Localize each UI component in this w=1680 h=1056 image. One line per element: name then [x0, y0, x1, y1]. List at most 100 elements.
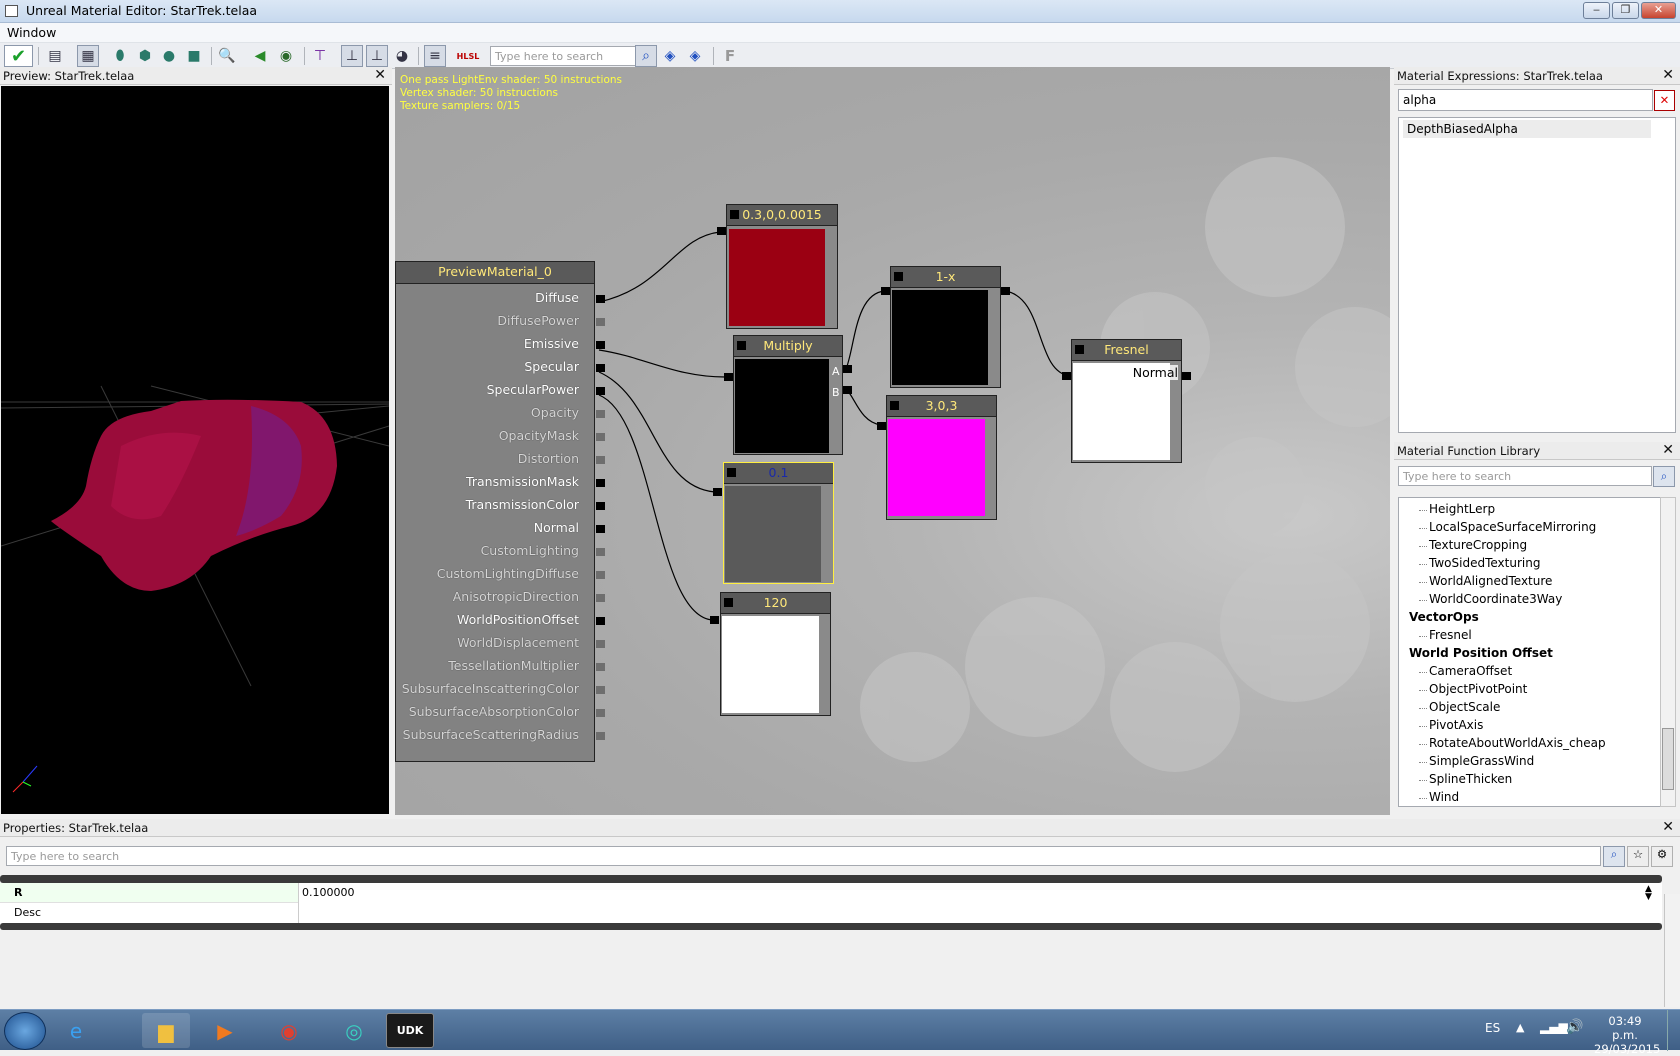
input-pin-a[interactable]: [843, 365, 852, 373]
properties-search-input[interactable]: Type here to search: [6, 846, 1601, 866]
constant-node-120[interactable]: 120: [720, 592, 831, 716]
preview-toggle-icon[interactable]: [890, 401, 899, 410]
grid-icon[interactable]: ▦: [77, 45, 99, 67]
show-desktop-button[interactable]: [1667, 1010, 1680, 1051]
search-prev-icon[interactable]: ◈: [659, 45, 681, 67]
tree-item[interactable]: RotateAboutWorldAxis_cheap: [1429, 736, 1606, 750]
tree-item[interactable]: Fresnel: [1429, 628, 1472, 642]
material-input-pin[interactable]: [596, 617, 605, 625]
material-graph-canvas[interactable]: One pass LightEnv shader: 50 instruction…: [395, 67, 1390, 815]
output-pin[interactable]: [724, 373, 733, 381]
realtime-preview-icon[interactable]: ◕: [391, 45, 413, 67]
material-input-pin[interactable]: [596, 548, 605, 556]
material-input-pin[interactable]: [596, 479, 605, 487]
tree-category[interactable]: World Position Offset: [1409, 646, 1553, 660]
preview-toggle-icon[interactable]: [730, 210, 739, 219]
tree-item[interactable]: HeightLerp: [1429, 502, 1495, 516]
app-icon[interactable]: ◎: [330, 1013, 378, 1048]
material-input-pin[interactable]: [596, 709, 605, 717]
close-icon[interactable]: ✕: [1662, 67, 1674, 83]
preview-viewport[interactable]: [1, 86, 389, 814]
tree-item[interactable]: SplineThicken: [1429, 772, 1512, 786]
constant-node-0-1[interactable]: 0.1: [723, 462, 834, 584]
tree-item[interactable]: Wind: [1429, 790, 1459, 804]
constant-node-diffuse[interactable]: 0.3,0,0.0015: [726, 204, 838, 329]
cylinder-preview-icon[interactable]: ⬮: [109, 45, 131, 67]
globe-icon[interactable]: ◉: [275, 45, 297, 67]
material-input-pin[interactable]: [596, 594, 605, 602]
network-icon[interactable]: ▂▄▆: [1540, 1020, 1568, 1034]
preview-toggle-icon[interactable]: [727, 468, 736, 477]
output-pin[interactable]: [710, 616, 719, 624]
preview-toggle-icon[interactable]: [724, 598, 733, 607]
explorer-icon[interactable]: ▆: [142, 1013, 190, 1048]
tree-item[interactable]: WorldAlignedTexture: [1429, 574, 1552, 588]
restore-button[interactable]: ❐: [1612, 2, 1639, 19]
media-player-icon[interactable]: ▶: [201, 1013, 249, 1048]
udk-icon[interactable]: UDK: [386, 1013, 434, 1048]
menu-window[interactable]: Window: [7, 25, 56, 40]
search-icon[interactable]: ⌕: [635, 45, 657, 67]
search-next-icon[interactable]: ◈: [684, 45, 706, 67]
spinner-icon[interactable]: ▲ ▼: [1645, 885, 1657, 902]
material-input-pin[interactable]: [596, 295, 605, 303]
start-button[interactable]: [4, 1012, 46, 1050]
material-input-pin[interactable]: [596, 525, 605, 533]
function-search-input[interactable]: Type here to search: [1398, 466, 1652, 486]
input-pin[interactable]: [1001, 287, 1010, 295]
close-window-button[interactable]: ✕: [1641, 2, 1676, 19]
output-pin[interactable]: [1062, 372, 1071, 380]
tree-item[interactable]: TwoSidedTexturing: [1429, 556, 1540, 570]
tray-arrow-icon[interactable]: ▲: [1516, 1021, 1524, 1034]
close-icon[interactable]: ✕: [1662, 819, 1674, 835]
material-input-pin[interactable]: [596, 341, 605, 349]
chrome-icon[interactable]: ◉: [265, 1013, 313, 1048]
material-input-pin[interactable]: [596, 433, 605, 441]
material-input-pin[interactable]: [596, 410, 605, 418]
material-input-pin[interactable]: [596, 502, 605, 510]
toolbar-search-input[interactable]: Type here to search: [490, 46, 637, 66]
expressions-search-input[interactable]: alpha: [1398, 89, 1653, 111]
one-minus-node[interactable]: 1-x: [890, 266, 1001, 388]
tree-item[interactable]: PivotAxis: [1429, 718, 1483, 732]
toggle-stats-icon[interactable]: ▤: [44, 45, 66, 67]
material-input-pin[interactable]: [596, 640, 605, 648]
favorite-f-icon[interactable]: F: [719, 45, 741, 67]
sphere-preview-icon[interactable]: ●: [158, 45, 180, 67]
hlsl-icon[interactable]: HLSL: [457, 45, 480, 67]
tree-item[interactable]: WorldCoordinate3Way: [1429, 592, 1562, 606]
fresnel-node[interactable]: Fresnel Normal: [1071, 339, 1182, 463]
property-value-input[interactable]: [298, 903, 1648, 923]
plane-preview-icon[interactable]: ■: [183, 45, 205, 67]
apply-checkmark-icon[interactable]: ✔: [4, 45, 33, 67]
material-input-pin[interactable]: [596, 387, 605, 395]
output-pin[interactable]: [881, 287, 890, 295]
function-tree-scrollbar[interactable]: [1660, 497, 1676, 807]
list-item[interactable]: DepthBiasedAlpha: [1403, 120, 1651, 138]
language-indicator[interactable]: ES: [1485, 1021, 1500, 1035]
preview-toggle-icon[interactable]: [1075, 345, 1084, 354]
clean-up-icon[interactable]: ≡: [424, 45, 446, 67]
cube-preview-icon[interactable]: ⬢: [134, 45, 156, 67]
property-value-input[interactable]: 0.100000: [298, 883, 1648, 903]
material-input-pin[interactable]: [596, 686, 605, 694]
ie-icon[interactable]: e: [52, 1013, 100, 1048]
input-pin-normal[interactable]: [1182, 372, 1191, 380]
preview-toggle-icon[interactable]: [737, 341, 746, 350]
tree-item[interactable]: CameraOffset: [1429, 664, 1512, 678]
tree-item[interactable]: TextureCropping: [1429, 538, 1527, 552]
material-input-pin[interactable]: [596, 318, 605, 326]
tree-item[interactable]: LocalSpaceSurfaceMirroring: [1429, 520, 1596, 534]
material-input-pin[interactable]: [596, 364, 605, 372]
material-input-pin[interactable]: [596, 571, 605, 579]
find-icon[interactable]: 🔍: [216, 45, 238, 67]
output-pin[interactable]: [877, 422, 886, 430]
pin-icon[interactable]: ⊤: [309, 45, 331, 67]
back-arrow-icon[interactable]: ◀: [249, 45, 271, 67]
star-favorite-icon[interactable]: ☆: [1627, 846, 1649, 867]
output-pin[interactable]: [717, 227, 726, 235]
close-icon[interactable]: ✕: [374, 67, 386, 83]
preview-toggle-icon[interactable]: [894, 272, 903, 281]
scrollbar-thumb[interactable]: [1662, 728, 1674, 790]
tree-item[interactable]: ObjectPivotPoint: [1429, 682, 1527, 696]
